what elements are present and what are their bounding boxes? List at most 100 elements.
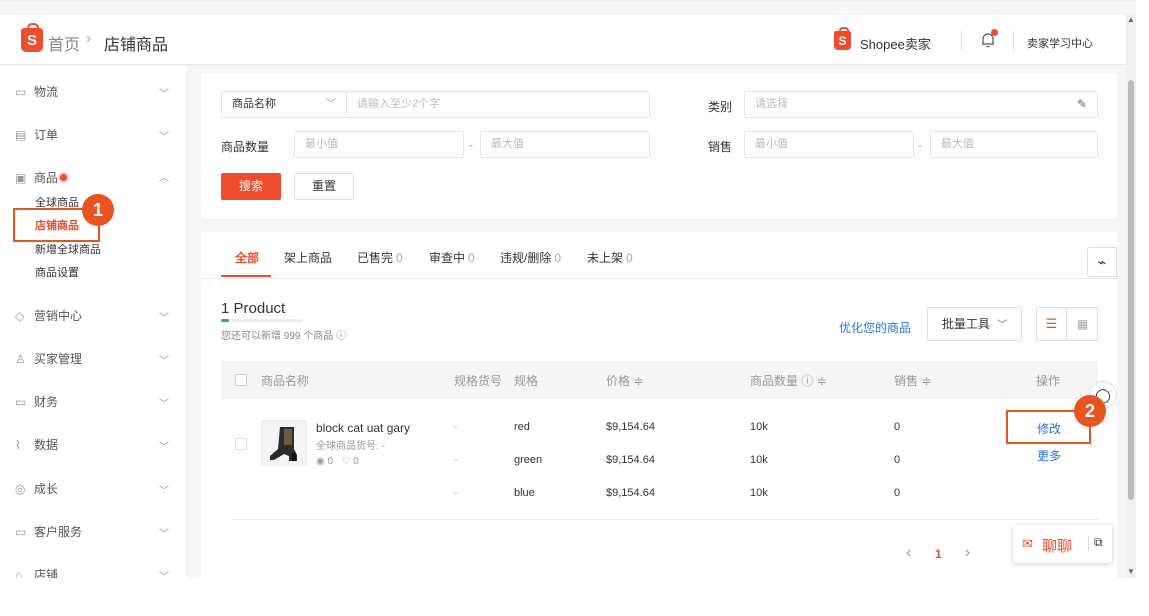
tab-divider [201,278,1117,279]
alert-dot [60,174,68,181]
sidebar-item-products[interactable]: ▣ 商品 [15,169,68,186]
range-separator: - [469,138,473,152]
shopee-logo-icon[interactable]: S [21,23,43,52]
filter-field-select[interactable]: 商品名称 ﹀ [221,91,347,118]
data-icon: ⌇ [15,438,21,452]
performance-widget-icon[interactable]: ⌁ [1087,247,1117,277]
table-header [221,361,1098,399]
chevron-down-icon[interactable]: ﹀ [159,309,169,324]
select-all-checkbox[interactable] [235,374,247,386]
chevron-down-icon[interactable]: ﹀ [159,85,169,100]
column-header-price[interactable]: 价格 ≑ [606,372,643,389]
variant-sku: - [454,454,458,466]
page-title: 店铺商品 [104,37,169,54]
column-header-variation: 规格 [514,374,539,388]
product-thumbnail[interactable] [261,420,307,466]
sales-min-input[interactable]: 最小值 [744,131,914,158]
chevron-down-icon[interactable]: ﹀ [159,438,169,453]
column-header-sales[interactable]: 销售 ≑ [894,372,931,389]
sidebar-item-customer-service[interactable]: ▭ 客户服务 [15,523,82,540]
optimize-products-link[interactable]: 优化您的商品 [839,319,911,336]
order-icon: ▤ [15,128,27,142]
quantity-min-input[interactable]: 最小值 [294,131,464,158]
sidebar-item-shop[interactable]: ⌂ 店铺 [15,566,58,578]
tab-live[interactable]: 架上商品 [284,249,332,266]
variant-spec: blue [514,487,535,499]
variant-sku: - [454,421,458,433]
sidebar-subitem-add-global-product[interactable]: 新增全球商品 [35,241,101,257]
breadcrumb-home[interactable]: 首页 [48,31,80,55]
column-header-name: 商品名称 [261,374,310,388]
chevron-up-icon[interactable]: ︿ [159,169,169,184]
row-checkbox[interactable] [235,438,247,450]
chat-widget[interactable]: ✉ 聊聊 ⧉ [1013,525,1112,563]
scroll-up-icon[interactable]: ▲ [1127,15,1135,24]
product-stats: ◉ 0 ♡ 0 [316,456,359,467]
column-header-stock[interactable]: 商品数量 ⓘ ≑ [750,372,827,389]
chevron-down-icon: ﹀ [326,99,336,110]
quota-text: 您还可以新增 999 个商品 ⓘ [221,331,347,342]
range-separator: - [918,138,922,152]
sales-label: 销售 [708,140,733,154]
variant-price: $9,154.64 [606,487,655,499]
variant-stock: 10k [750,421,768,433]
chevron-down-icon[interactable]: ﹀ [159,568,169,578]
list-view-icon[interactable]: ☰ [1037,308,1067,340]
active-tab-indicator [221,275,271,277]
scrollbar-thumb[interactable] [1128,80,1134,500]
sidebar-item-marketing[interactable]: ◇ 营销中心 [15,307,82,324]
minimize-chat-icon[interactable]: ⧉ [1094,535,1103,550]
variant-price: $9,154.64 [606,454,655,466]
chevron-down-icon[interactable]: ﹀ [159,482,169,497]
notification-dot [991,29,998,36]
sidebar-item-logistics[interactable]: ▭ 物流 [15,83,58,100]
app-frame: S 首页 › 店铺商品 S Shopee卖家 卖家学习中心 ▭ 物流 ﹀ ▤ 订单 … [0,0,1136,578]
variant-stock: 10k [750,454,768,466]
product-count-title: 1 Product [221,300,286,317]
chat-label: 聊聊 [1042,538,1073,555]
sidebar: ▭ 物流 ﹀ ▤ 订单 ﹀ ▣ 商品 ︿ 全球商品 店铺商品 新增全球商品 商品设置 … [0,66,186,578]
variant-sales: 0 [894,454,901,466]
tab-sold-out[interactable]: 已售完 0 [357,249,403,266]
chevron-down-icon[interactable]: ﹀ [159,352,169,367]
product-name-search-input[interactable]: 请输入至少2个字 [346,91,650,118]
truck-icon: ▭ [15,85,27,99]
tab-all[interactable]: 全部 [235,249,259,266]
grid-view-icon[interactable]: ▦ [1068,308,1097,340]
divider [1088,536,1089,552]
tab-unlisted[interactable]: 未上架 0 [587,249,633,266]
quantity-max-input[interactable]: 最大值 [480,131,650,158]
row-divider [233,519,1098,520]
variant-price: $9,154.64 [606,421,655,433]
eye-icon: ◉ [316,456,325,467]
product-name-link[interactable]: block cat uat gary [316,421,410,435]
sidebar-item-data[interactable]: ⌇ 数据 [15,436,58,453]
chevron-down-icon[interactable]: ﹀ [159,395,169,410]
sales-max-input[interactable]: 最大值 [930,131,1098,158]
tab-violation[interactable]: 违规/删除 0 [500,249,561,266]
sidebar-item-finance[interactable]: ▭ 财务 [15,393,58,410]
sidebar-item-buyers[interactable]: ♙ 买家管理 [15,350,82,367]
sidebar-item-growth[interactable]: ◎ 成长 [15,480,58,497]
bulk-tools-button[interactable]: 批量工具 ﹀ [927,307,1022,341]
reset-button[interactable]: 重置 [294,173,354,200]
tab-reviewing[interactable]: 审查中 0 [429,249,475,266]
help-icon[interactable]: ⓘ [336,331,346,342]
sidebar-subitem-product-settings[interactable]: 商品设置 [35,264,79,280]
learning-center-link[interactable]: 卖家学习中心 [1027,35,1093,51]
sidebar-item-orders[interactable]: ▤ 订单 [15,126,58,143]
variant-spec: green [514,454,543,466]
search-button[interactable]: 搜索 [221,173,281,200]
pagination-prev-icon[interactable]: ‹ [906,544,911,562]
more-link[interactable]: 更多 [1037,447,1061,464]
variant-sku: - [454,487,458,499]
pagination-next-icon[interactable]: › [965,544,970,562]
chevron-down-icon[interactable]: ﹀ [159,128,169,143]
finance-icon: ▭ [15,395,27,409]
quota-progress-bar [221,319,303,322]
chevron-down-icon[interactable]: ﹀ [159,525,169,540]
pagination-page-current[interactable]: 1 [935,547,942,561]
category-select[interactable]: 请选择 ✎ [744,91,1098,118]
scroll-down-icon[interactable]: ▼ [1127,567,1135,576]
variant-stock: 10k [750,487,768,499]
